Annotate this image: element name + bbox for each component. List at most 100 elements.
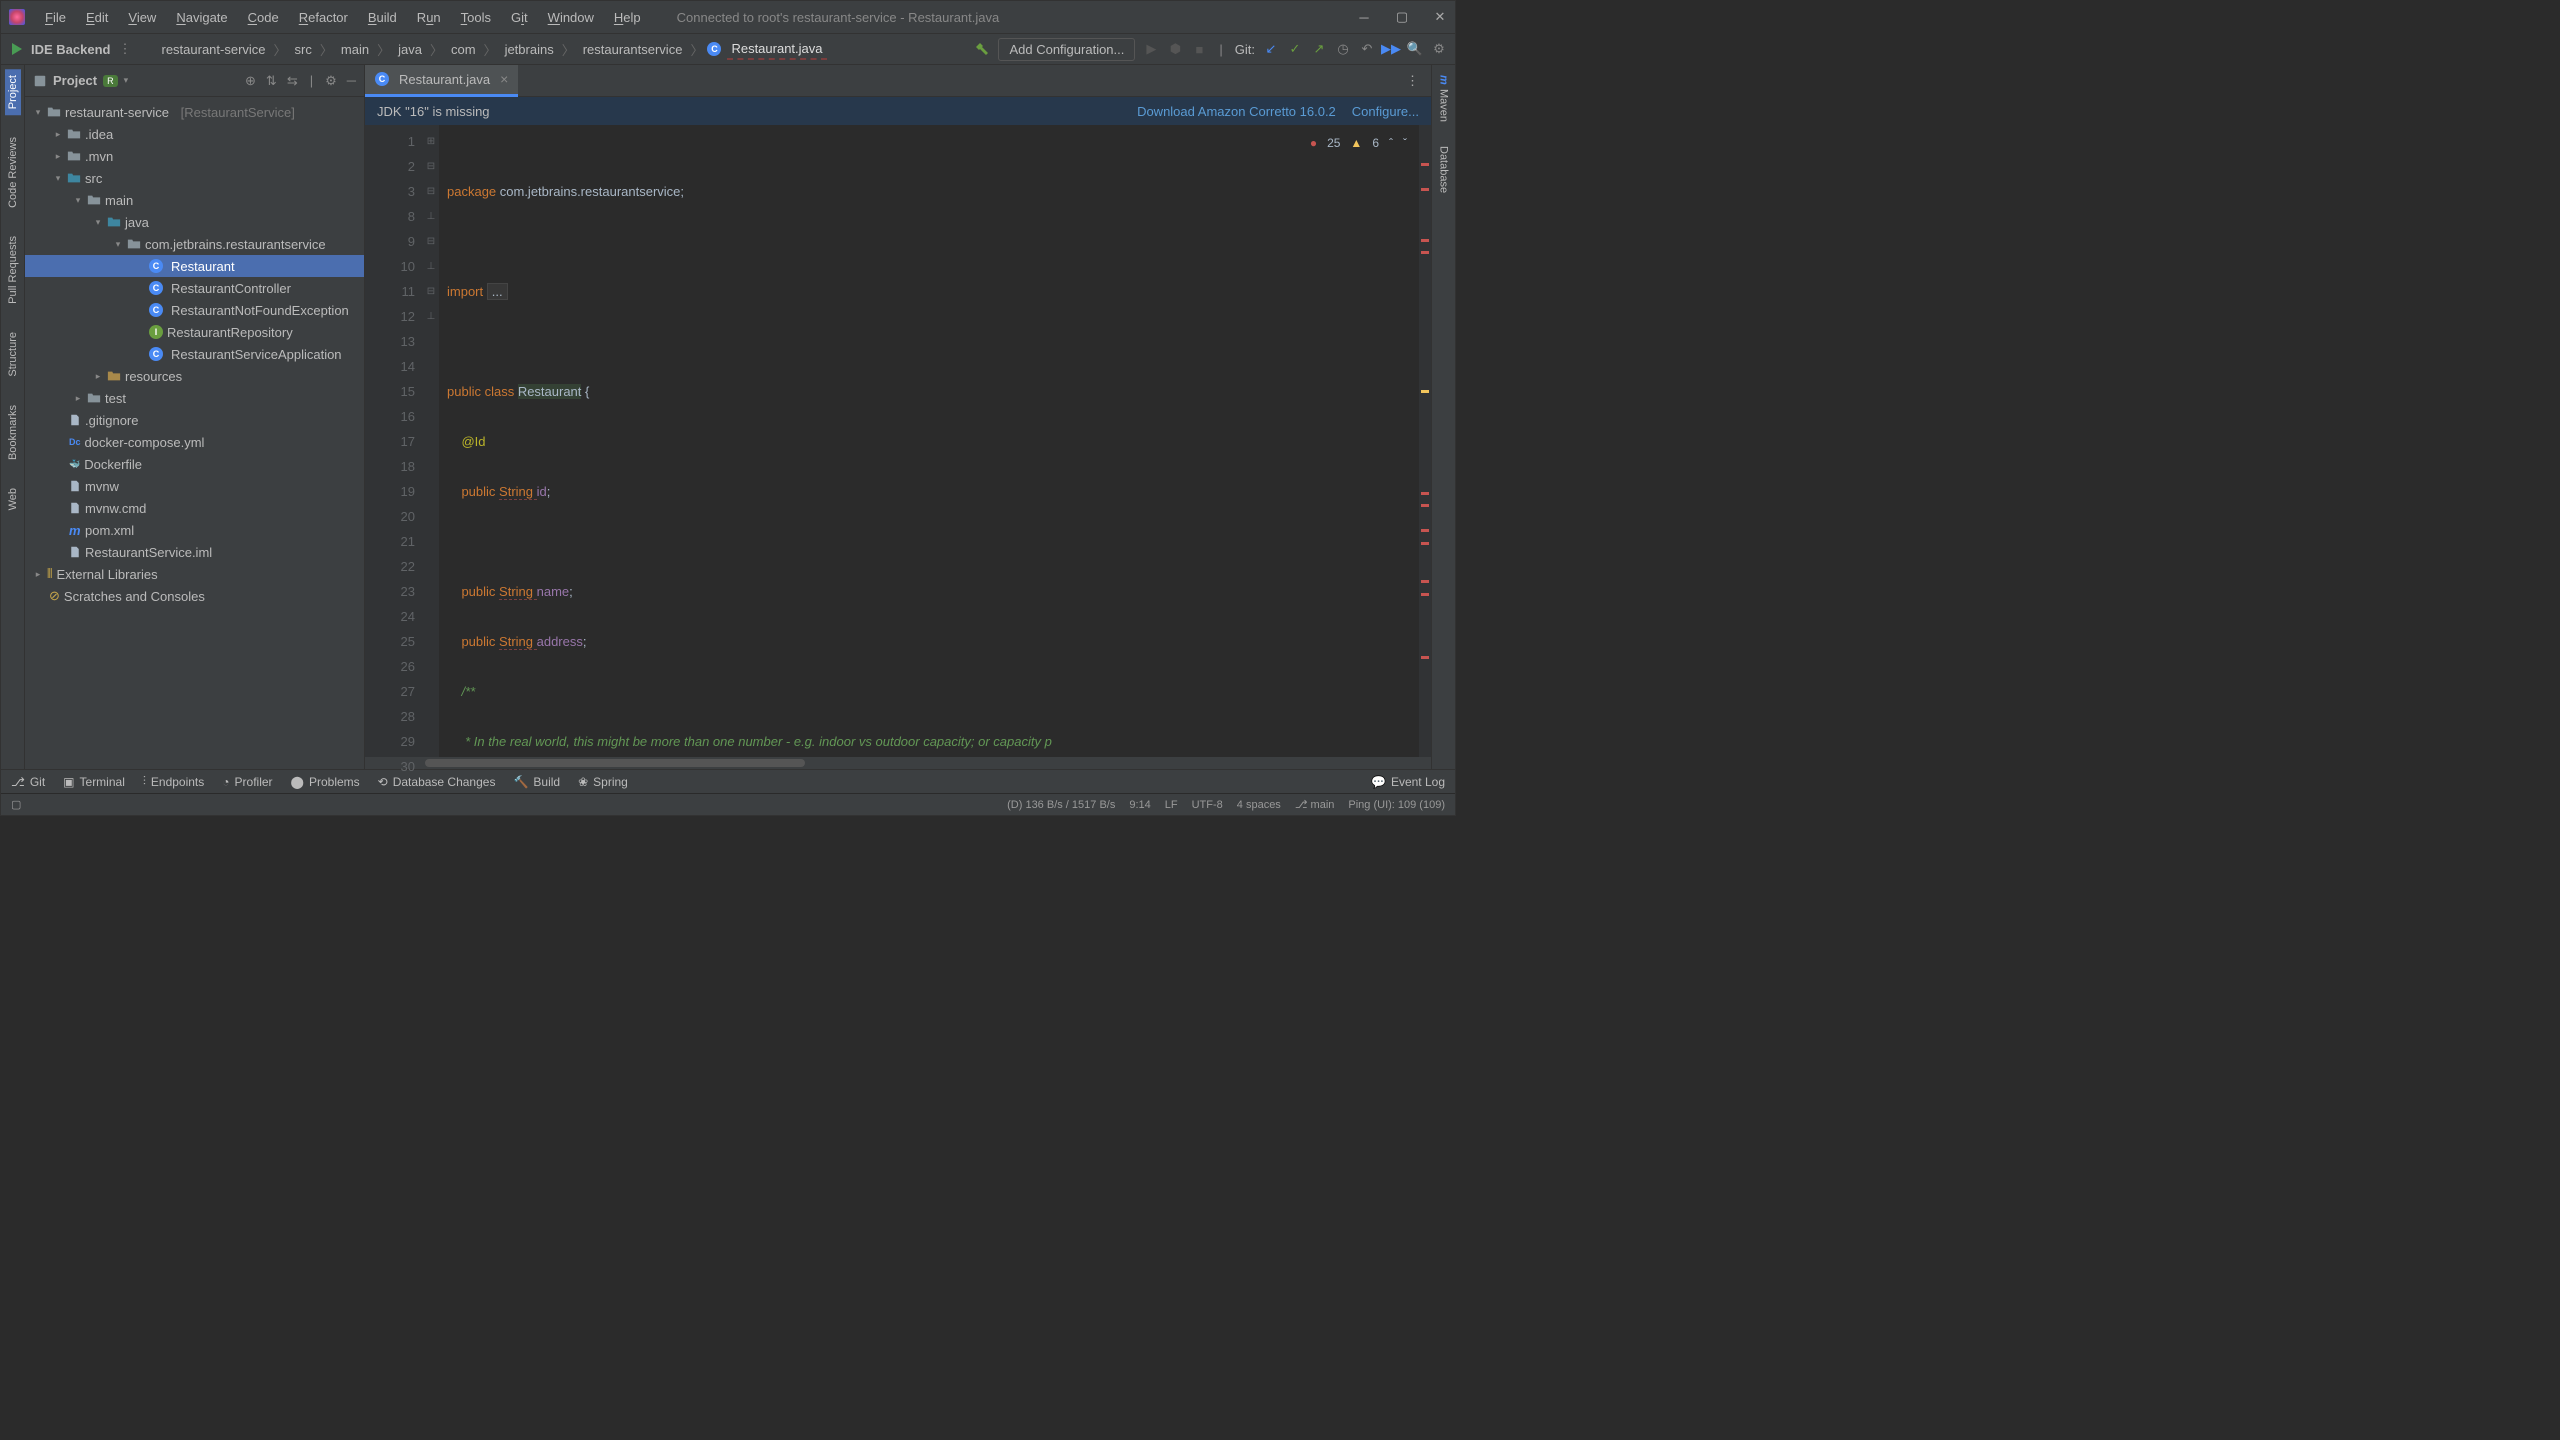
tree-item[interactable]: pom.xml (85, 523, 134, 538)
status-enc[interactable]: UTF-8 (1192, 799, 1223, 811)
menu-build[interactable]: Build (360, 6, 405, 29)
menu-file[interactable]: File (37, 6, 74, 29)
build-icon[interactable] (974, 41, 990, 57)
tree-item[interactable]: mvnw.cmd (85, 501, 146, 516)
editor-tab[interactable]: C Restaurant.java × (365, 65, 518, 97)
status-branch[interactable]: ⎇ main (1295, 798, 1335, 811)
tree-item[interactable]: Dockerfile (84, 457, 142, 472)
up-icon[interactable]: ˆ (1389, 131, 1393, 156)
crumb-java[interactable]: java (394, 40, 426, 59)
history-icon[interactable]: ◷ (1335, 41, 1351, 57)
git-push-icon[interactable]: ↗ (1311, 41, 1327, 57)
tool-git[interactable]: ⎇ Git (11, 775, 45, 789)
down-icon[interactable]: ˇ (1403, 131, 1407, 156)
menu-code[interactable]: Code (240, 6, 287, 29)
tab-close-icon[interactable]: × (500, 71, 508, 87)
close-icon[interactable]: ✕ (1433, 10, 1447, 24)
kebab-icon[interactable]: ⋮ (118, 41, 131, 57)
git-commit-icon[interactable]: ✓ (1287, 41, 1303, 57)
tool-profiler[interactable]: ◔ Profiler (222, 775, 272, 789)
project-tree[interactable]: ▾restaurant-service [RestaurantService] … (25, 97, 364, 769)
crumb-jetbrains[interactable]: jetbrains (501, 40, 558, 59)
tree-item[interactable]: RestaurantController (171, 281, 291, 296)
tree-scratches[interactable]: Scratches and Consoles (64, 589, 205, 604)
stop-disabled-icon[interactable]: ■ (1191, 41, 1207, 57)
tree-item[interactable]: RestaurantServiceApplication (171, 347, 342, 362)
rollback-icon[interactable]: ↶ (1359, 41, 1375, 57)
minimize-icon[interactable]: ─ (1357, 10, 1371, 24)
menu-navigate[interactable]: Navigate (168, 6, 235, 29)
tree-item[interactable]: .idea (85, 127, 113, 142)
configure-jdk-link[interactable]: Configure... (1352, 104, 1419, 119)
menu-window[interactable]: Window (540, 6, 602, 29)
tree-root[interactable]: restaurant-service (65, 105, 169, 120)
rail-code-reviews[interactable]: Code Reviews (5, 131, 21, 214)
scroll-marks[interactable] (1419, 125, 1431, 757)
menu-edit[interactable]: Edit (78, 6, 116, 29)
status-le[interactable]: LF (1165, 799, 1178, 811)
code-text[interactable]: package com.jetbrains.restaurantservice;… (439, 125, 1419, 757)
panel-hide-icon[interactable]: ─ (347, 73, 356, 89)
status-indent[interactable]: 4 spaces (1237, 799, 1281, 811)
debug-disabled-icon[interactable]: ⬢ (1167, 41, 1183, 57)
tool-windows-icon[interactable]: ▢ (11, 798, 21, 811)
menu-help[interactable]: Help (606, 6, 649, 29)
collapse-icon[interactable]: ⇆ (287, 73, 298, 89)
search-icon[interactable]: 🔍 (1407, 41, 1423, 57)
rail-structure[interactable]: Structure (5, 326, 21, 383)
download-jdk-link[interactable]: Download Amazon Corretto 16.0.2 (1137, 104, 1336, 119)
dropdown-icon[interactable]: ▾ (124, 75, 129, 86)
tree-item[interactable]: resources (125, 369, 182, 384)
tree-item[interactable]: docker-compose.yml (85, 435, 205, 450)
tree-item[interactable]: com.jetbrains.restaurantservice (145, 237, 326, 252)
tree-class-restaurant[interactable]: Restaurant (171, 259, 235, 274)
crumb-main[interactable]: main (337, 40, 373, 59)
rail-bookmarks[interactable]: Bookmarks (5, 399, 21, 466)
menu-run[interactable]: Run (409, 6, 449, 29)
run-disabled-icon[interactable]: ▶ (1143, 41, 1159, 57)
menu-view[interactable]: View (120, 6, 164, 29)
settings-icon[interactable]: ⚙ (1431, 41, 1447, 57)
rail-web[interactable]: Web (5, 482, 21, 516)
problems-widget[interactable]: ●25 ▲6 ˆ ˇ (1310, 131, 1407, 156)
ide-backend-label[interactable]: IDE Backend (31, 42, 110, 57)
menu-git[interactable]: Git (503, 6, 536, 29)
project-badge[interactable]: R (103, 75, 118, 87)
tree-item[interactable]: test (105, 391, 126, 406)
rail-pull-requests[interactable]: Pull Requests (5, 230, 21, 310)
rail-project[interactable]: Project (5, 69, 21, 115)
tree-item[interactable]: src (85, 171, 102, 186)
tree-item[interactable]: .gitignore (85, 413, 138, 428)
tree-item[interactable]: RestaurantService.iml (85, 545, 212, 560)
tree-item[interactable]: .mvn (85, 149, 113, 164)
fold-gutter[interactable]: ⊞⊟⊟⊥⊟⊥⊟⊥ (423, 125, 439, 757)
run-anything-icon[interactable]: ▶▶ (1383, 41, 1399, 57)
panel-settings-icon[interactable]: ⚙ (325, 73, 337, 89)
menu-refactor[interactable]: Refactor (291, 6, 356, 29)
tree-item[interactable]: RestaurantNotFoundException (171, 303, 349, 318)
crumb-file[interactable]: Restaurant.java (727, 39, 826, 60)
git-pull-icon[interactable]: ↙ (1263, 41, 1279, 57)
horizontal-scrollbar[interactable] (365, 757, 1431, 769)
tool-build[interactable]: 🔨 Build (513, 775, 560, 789)
expand-icon[interactable]: ⇅ (266, 73, 277, 89)
tool-spring[interactable]: ❀ Spring (578, 775, 628, 789)
status-pos[interactable]: 9:14 (1129, 799, 1150, 811)
crumb-project[interactable]: restaurant-service (157, 40, 269, 59)
rail-maven[interactable]: mMaven (1436, 69, 1452, 128)
menu-tools[interactable]: Tools (453, 6, 499, 29)
add-configuration-button[interactable]: Add Configuration... (998, 38, 1135, 61)
tree-item[interactable]: main (105, 193, 133, 208)
line-gutter[interactable]: 1238910111213141516171819202122232425262… (365, 125, 423, 757)
tree-external-libraries[interactable]: External Libraries (56, 567, 157, 582)
crumb-src[interactable]: src (291, 40, 316, 59)
tree-item[interactable]: RestaurantRepository (167, 325, 293, 340)
run-icon[interactable] (9, 41, 25, 57)
event-log[interactable]: 💬 Event Log (1371, 775, 1445, 789)
tool-terminal[interactable]: ▣ Terminal (63, 775, 125, 789)
tool-endpoints[interactable]: ⫶ Endpoints (143, 774, 204, 789)
crumb-com[interactable]: com (447, 40, 480, 59)
tab-more-icon[interactable]: ⋮ (1394, 73, 1431, 89)
maximize-icon[interactable]: ▢ (1395, 10, 1409, 24)
crumb-pkg[interactable]: restaurantservice (579, 40, 687, 59)
